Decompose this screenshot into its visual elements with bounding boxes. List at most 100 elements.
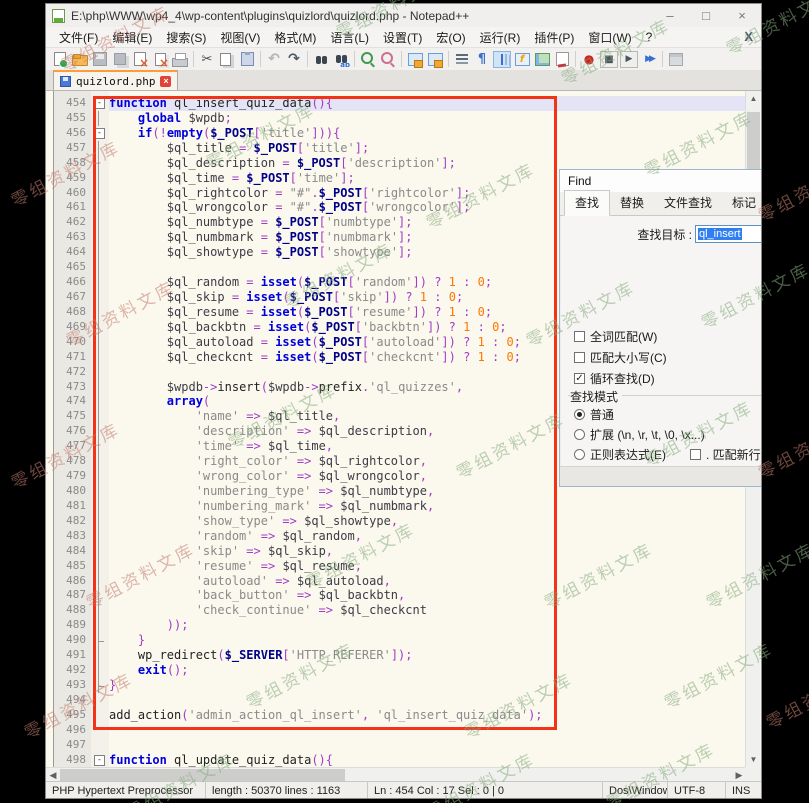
checkbox-icon[interactable] [574, 352, 585, 363]
menu-item[interactable]: ? [639, 28, 660, 46]
record-macro-icon[interactable] [580, 51, 598, 68]
code-text: function ql_insert_quiz_data(){ [109, 96, 747, 111]
line-number: 468 [53, 305, 91, 320]
sync-scroll-v-icon[interactable] [406, 51, 424, 68]
stop-macro-icon[interactable] [600, 51, 618, 68]
document-map-icon[interactable] [533, 51, 551, 68]
scroll-down-icon[interactable]: ▼ [746, 752, 761, 767]
fold-guide [91, 275, 109, 290]
fold-guide [91, 693, 109, 708]
run-macro-multiple-icon[interactable] [640, 51, 658, 68]
fold-guide [91, 156, 109, 171]
copy-icon[interactable] [218, 51, 236, 68]
search-mode-option[interactable]: 普通 [574, 406, 614, 423]
menu-item[interactable]: 格式(M) [267, 27, 323, 48]
fold-guide [91, 171, 109, 186]
checkbox-icon[interactable] [574, 331, 585, 342]
save-all-icon[interactable] [111, 51, 129, 68]
fold-guide [91, 499, 109, 514]
redo-icon[interactable] [285, 51, 303, 68]
radio-icon[interactable] [574, 449, 585, 460]
print-icon[interactable] [171, 51, 189, 68]
status-eol-format[interactable]: Dos\Windows [603, 782, 668, 799]
line-number: 473 [53, 380, 91, 395]
sync-scroll-h-icon[interactable] [426, 51, 444, 68]
fold-marker-icon[interactable] [91, 753, 109, 767]
status-encoding[interactable]: UTF-8 [668, 782, 726, 799]
find-option[interactable]: 全词匹配(W) [574, 328, 657, 345]
menu-item[interactable]: 设置(T) [376, 27, 429, 48]
vertical-scrollbar-thumb[interactable] [747, 112, 760, 170]
maximize-button[interactable]: □ [695, 4, 717, 27]
find-target-input[interactable]: ql_insert [695, 225, 762, 243]
status-length-lines: length : 50370 lines : 1163 [206, 782, 368, 799]
scroll-up-icon[interactable]: ▲ [746, 91, 761, 106]
regex-newline-checkbox[interactable] [690, 449, 701, 460]
close-all-icon[interactable] [151, 51, 169, 68]
code-text: 'autoload' => $ql_autoload, [109, 574, 747, 589]
word-wrap-icon[interactable] [453, 51, 471, 68]
line-number: 454 [53, 96, 91, 111]
find-option[interactable]: 匹配大小写(C) [574, 349, 667, 366]
menu-item[interactable]: 语言(L) [323, 27, 376, 48]
find-icon[interactable] [312, 51, 330, 68]
menu-item[interactable]: 宏(O) [429, 27, 472, 48]
menu-item[interactable]: 运行(R) [473, 27, 528, 48]
code-line-483: 483 'random' => $ql_random, [53, 529, 747, 544]
close-icon[interactable] [131, 51, 149, 68]
radio-icon[interactable] [574, 409, 585, 420]
save-macro-icon[interactable] [667, 51, 685, 68]
menu-item[interactable]: 搜索(S) [159, 27, 213, 48]
menu-item[interactable]: 编辑(E) [105, 27, 159, 48]
fold-marker-icon[interactable] [91, 126, 109, 141]
indent-guide-icon[interactable] [493, 51, 511, 68]
function-list-icon[interactable] [513, 51, 531, 68]
menu-item[interactable]: 窗口(W) [581, 27, 638, 48]
menu-item[interactable]: 文件(F) [52, 27, 105, 48]
cut-icon[interactable] [198, 51, 216, 68]
document-switcher-icon[interactable] [553, 51, 571, 68]
zoom-out-icon[interactable] [379, 51, 397, 68]
replace-icon[interactable] [332, 51, 350, 68]
tab-close-icon[interactable]: × [160, 76, 171, 87]
find-dialog-tab[interactable]: 文件查找 [654, 191, 722, 215]
find-dialog-tab[interactable]: 标记 [722, 191, 762, 215]
new-file-icon[interactable] [51, 51, 69, 68]
toolbar-separator [575, 51, 576, 67]
playback-macro-icon[interactable] [620, 51, 638, 68]
status-insert-mode[interactable]: INS [726, 782, 761, 799]
title-bar[interactable]: E:\php\WWW\wp4_4\wp-content\plugins\quiz… [46, 4, 761, 27]
option-label: 全词匹配(W) [590, 328, 657, 345]
radio-icon[interactable] [574, 429, 585, 440]
find-dialog-tab[interactable]: 查找 [564, 190, 610, 216]
menu-item[interactable]: 视图(V) [213, 27, 267, 48]
find-dialog-title[interactable]: Find [560, 170, 762, 192]
zoom-in-icon[interactable] [359, 51, 377, 68]
menu-close-icon[interactable]: X [744, 29, 753, 44]
close-button[interactable]: × [731, 4, 753, 27]
fold-guide [91, 454, 109, 469]
line-number: 476 [53, 424, 91, 439]
scroll-right-icon[interactable]: ▶ [732, 768, 746, 782]
find-dialog-tab[interactable]: 替换 [610, 191, 654, 215]
fold-marker-icon[interactable] [91, 96, 109, 111]
find-option[interactable]: ✓循环查找(D) [574, 370, 655, 387]
minimize-button[interactable]: – [659, 4, 681, 27]
line-number: 483 [53, 529, 91, 544]
menu-item[interactable]: 插件(P) [527, 27, 581, 48]
tab-quizlord[interactable]: quizlord.php × [53, 70, 178, 90]
paste-icon[interactable] [238, 51, 256, 68]
save-icon[interactable] [91, 51, 109, 68]
show-all-characters-icon[interactable] [473, 51, 491, 68]
checkbox-icon[interactable]: ✓ [574, 373, 585, 384]
horizontal-scrollbar-thumb[interactable] [60, 769, 345, 781]
horizontal-scrollbar[interactable]: ◀ ▶ [46, 767, 746, 781]
search-mode-option[interactable]: 扩展 (\n, \r, \t, \0, \x...) [574, 426, 705, 443]
scroll-left-icon[interactable]: ◀ [46, 768, 60, 782]
undo-icon[interactable] [265, 51, 283, 68]
regex-matches-newline-option[interactable]: . 匹配新行 [690, 446, 761, 463]
code-text [109, 738, 747, 753]
open-file-icon[interactable] [71, 51, 89, 68]
search-mode-option[interactable]: 正则表达式(E) [574, 446, 666, 463]
line-number: 497 [53, 738, 91, 753]
